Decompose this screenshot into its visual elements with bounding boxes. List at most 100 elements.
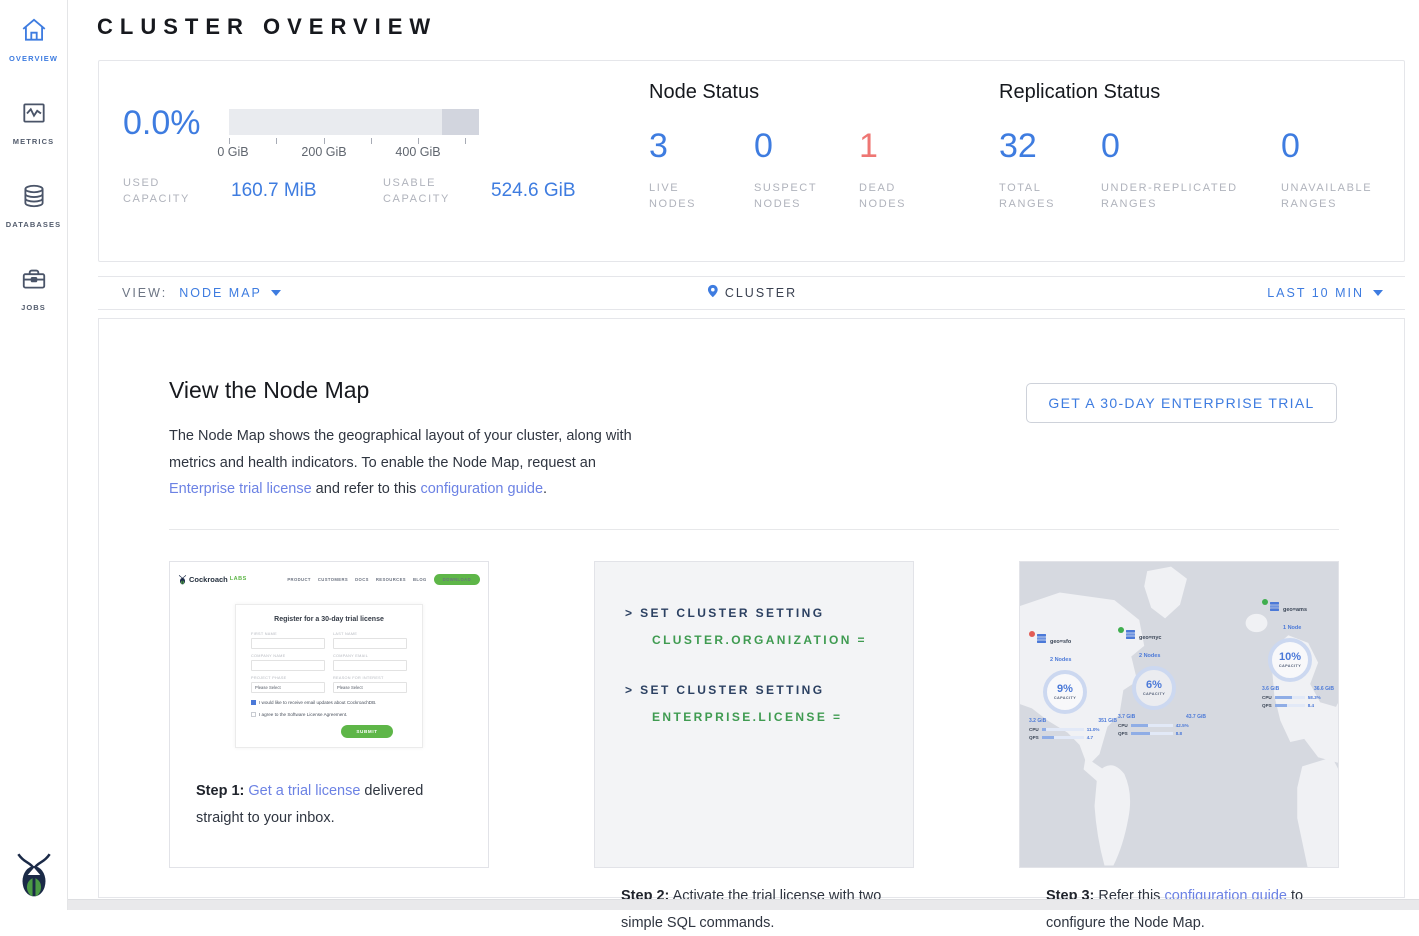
project-phase-select: Please Select [251,682,325,693]
under-replicated-ranges-stat: 0 UNDER-REPLICATED RANGES [1101,126,1267,212]
field-label: LAST NAME [333,632,407,636]
capacity-bar-track [229,109,479,135]
dead-nodes-stat: 1 DEAD NODES [859,126,950,212]
capacity-bar-nonusable-segment [442,109,479,135]
live-nodes-stat: 3 LIVE NODES [649,126,740,212]
locality-widget-ams: geo=ams 1 Node 10% CAPACITY 3.6 GiB 36.6… [1262,598,1338,708]
capacity-gauge: 6% CAPACITY [1132,666,1176,710]
suspect-nodes-label: SUSPECT NODES [754,180,834,212]
first-name-field [251,638,325,649]
sidebar-item-jobs[interactable]: JOBS [0,265,67,312]
nav-resources: RESOURCES [376,577,406,582]
configuration-guide-link[interactable]: configuration guide [420,481,543,497]
agree-checkbox [251,712,256,717]
locality-name: geo=sfo [1050,639,1071,645]
sidebar-item-label: METRICS [0,137,67,146]
description-text: The Node Map shows the geographical layo… [169,428,632,471]
breadcrumb-cluster: CLUSTER [706,283,797,304]
qps-bar [1275,704,1305,708]
databases-icon [19,182,49,212]
nav-docs: DOCS [355,577,369,582]
nav-blog: BLOG [413,577,427,582]
time-range-dropdown[interactable]: LAST 10 MIN [1267,286,1383,300]
chevron-down-icon [1373,290,1383,296]
locality-name: geo=nyc [1139,635,1161,641]
locality-widget-sfo: geo=sfo 2 Nodes 9% CAPACITY 3.2 GiB 351 … [1029,630,1123,740]
divider [169,529,1339,530]
cpu-bar [1275,696,1305,700]
cockroach-labs-logo: Cockroach LABS [178,574,247,585]
field-label: PROJECT PHASE [251,676,325,680]
suspect-nodes-stat: 0 SUSPECT NODES [754,126,845,212]
home-icon [19,16,49,46]
capacity-total: 36.6 GiB [1314,686,1334,692]
capacity-used-percent: 0.0% [123,105,229,161]
node-status-title: Node Status [649,81,964,104]
replication-status-section: Replication Status 32 TOTAL RANGES 0 UND… [999,81,1415,212]
node-stack-icon [1126,627,1136,645]
map-pin-icon [706,283,719,304]
chevron-down-icon [271,290,281,296]
total-ranges-stat: 32 TOTAL RANGES [999,126,1087,212]
sidebar-item-databases[interactable]: DATABASES [0,182,67,229]
sidebar-item-overview[interactable]: OVERVIEW [0,16,67,63]
field-label: COMPANY EMAIL [333,654,407,658]
step-1-card: Cockroach LABS PRODUCT CUSTOMERS DOCS RE… [169,561,489,868]
capacity-used: 3.2 GiB [1029,718,1046,724]
node-map-title: View the Node Map [169,377,369,404]
usable-capacity-label: USABLE CAPACITY [383,175,469,207]
node-stack-icon [1270,599,1280,617]
capacity-used: 3.7 GiB [1118,714,1135,720]
sidebar-item-label: JOBS [0,303,67,312]
locality-node-count: 2 Nodes [1050,657,1071,663]
company-name-field [251,660,325,671]
nav-customers: CUSTOMERS [318,577,348,582]
capacity-gauge: 10% CAPACITY [1268,638,1312,682]
view-selector-dropdown[interactable]: NODE MAP [179,286,281,300]
field-label: REASON FOR INTEREST [333,676,407,680]
unavailable-ranges-stat: 0 UNAVAILABLE RANGES [1281,126,1401,212]
updates-checkbox [251,700,256,705]
dead-nodes-value: 1 [859,126,950,166]
submit-button: SUBMIT [341,725,393,738]
usable-capacity-value: 524.6 GiB [491,180,643,202]
locality-node-count: 2 Nodes [1139,653,1160,659]
total-ranges-value: 32 [999,126,1087,166]
sql-command-arg: CLUSTER.ORGANIZATION = [652,633,913,647]
cpu-bar [1131,724,1173,728]
status-dot-healthy-icon [1118,627,1124,633]
capacity-total: 351 GiB [1098,718,1117,724]
reason-select: Please Select [333,682,407,693]
live-nodes-value: 3 [649,126,740,166]
description-text: . [543,481,547,497]
capacity-total: 43.7 GiB [1186,714,1206,720]
enterprise-trial-button[interactable]: GET A 30-DAY ENTERPRISE TRIAL [1026,383,1337,423]
sql-command-line: > SET CLUSTER SETTING [625,683,913,697]
sql-command-arg: ENTERPRISE.LICENSE = [652,710,913,724]
sidebar-item-label: DATABASES [0,220,67,229]
suspect-nodes-value: 0 [754,126,845,166]
step-3-card: geo=sfo 2 Nodes 9% CAPACITY 3.2 GiB 351 … [1019,561,1339,868]
get-trial-license-link[interactable]: Get a trial license [248,783,360,799]
node-status-section: Node Status 3 LIVE NODES 0 SUSPECT NODES… [649,81,964,212]
view-bar: VIEW: NODE MAP CLUSTER LAST 10 MIN [98,276,1405,310]
used-capacity-value: 160.7 MiB [231,180,383,202]
qps-bar [1042,736,1084,740]
enterprise-trial-license-link[interactable]: Enterprise trial license [169,481,312,497]
agree-checkbox-label: I agree to the Software License Agreemen… [259,712,347,717]
cluster-summary-card: 0.0% 0 GiB 200 GiB 400 GiB USED CAPACITY… [98,60,1405,262]
sql-command-line: > SET CLUSTER SETTING [625,606,913,620]
cockroachdb-logo-icon [13,850,55,898]
sidebar-item-label: OVERVIEW [0,54,67,63]
tick-label-0: 0 GiB [217,145,248,159]
status-dot-warning-icon [1029,631,1035,637]
sql-commands-preview: > SET CLUSTER SETTING CLUSTER.ORGANIZATI… [595,562,913,867]
description-text: and refer to this [312,481,421,497]
node-map-preview: geo=sfo 2 Nodes 9% CAPACITY 3.2 GiB 351 … [1020,562,1338,867]
sidebar-item-metrics[interactable]: METRICS [0,99,67,146]
used-capacity-label: USED CAPACITY [123,175,209,207]
replication-status-title: Replication Status [999,81,1415,104]
form-title: Register for a 30-day trial license [251,616,407,623]
updates-checkbox-label: I would like to receive email updates ab… [259,700,376,705]
bottom-strip [68,899,1419,910]
